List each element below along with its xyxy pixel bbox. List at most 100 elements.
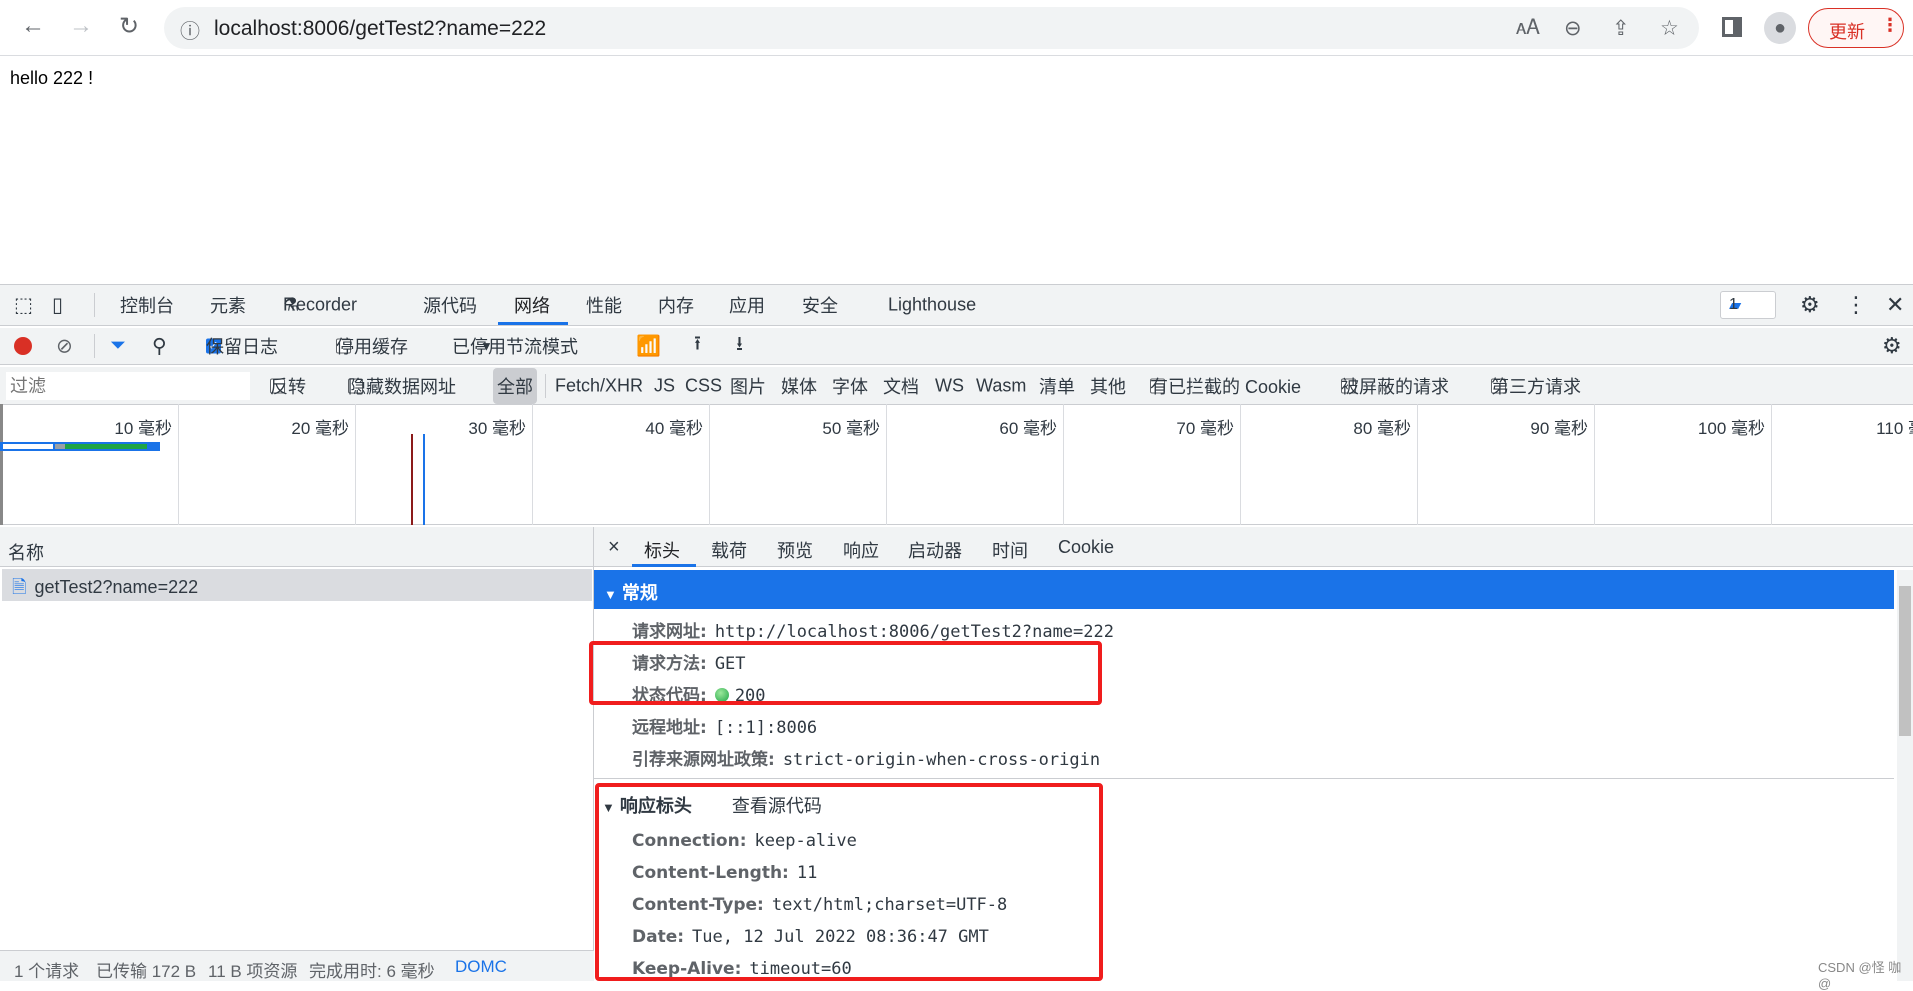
timeline-tick-label: 80 毫秒 (1353, 419, 1411, 438)
zoom-out-icon[interactable]: ⊖ (1564, 16, 1582, 41)
tab-payload[interactable]: 载荷 (711, 537, 747, 563)
filter-js[interactable]: JS (654, 375, 675, 396)
page-content: hello 222 ! (10, 68, 94, 88)
tab-console[interactable]: 控制台 (120, 292, 174, 318)
info-icon[interactable]: ⓘ (180, 15, 200, 44)
settings-icon[interactable]: ⚙ (1800, 292, 1820, 318)
tab-performance[interactable]: 性能 (586, 292, 622, 318)
side-panel-icon[interactable] (1722, 17, 1742, 37)
network-toolbar: ⊘ ⏷ ⚲ ✓ 保留日志 停用缓存 已停用节流模式 ▼ 📶 ⭱ ⭳ ⚙ (0, 328, 1913, 365)
star-icon[interactable]: ☆ (1660, 16, 1679, 41)
tab-initiator[interactable]: 启动器 (908, 537, 962, 563)
filter-other[interactable]: 其他 (1090, 373, 1126, 399)
document-icon: 🗎 (12, 577, 27, 597)
timeline-tick-label: 30 毫秒 (468, 419, 526, 438)
tab-cookies[interactable]: Cookie (1058, 537, 1114, 558)
request-row[interactable]: 🗎 getTest2?name=222 (2, 569, 592, 601)
resources-size: 11 B 项资源 (208, 962, 298, 981)
collapse-triangle-icon: ▼ (604, 587, 617, 602)
general-row: 远程地址: [::1]:8006 (632, 718, 818, 738)
watermark: CSDN @怪 咖@ (1818, 960, 1902, 991)
request-details: × 标头 载荷 预览 响应 启动器 时间 Cookie ▼ 常规 请求网址: ht… (589, 527, 1913, 991)
tab-network[interactable]: 网络 (514, 292, 550, 318)
flask-icon: ⚗ (283, 294, 300, 315)
close-devtools-icon[interactable]: ✕ (1886, 292, 1904, 318)
inspect-icon[interactable]: ⬚ (14, 293, 33, 318)
timeline-tick-label: 70 毫秒 (1176, 419, 1234, 438)
dropdown-arrow-icon: ▼ (480, 338, 493, 354)
filter-bar: 反转 隐藏数据网址 全部 Fetch/XHR JS CSS 图片 媒体 字体 文… (0, 367, 1913, 405)
tab-headers[interactable]: 标头 (644, 537, 680, 563)
scrollbar[interactable] (1897, 570, 1913, 981)
filter-all[interactable]: 全部 (493, 367, 537, 404)
tab-lighthouse[interactable]: Lighthouse (888, 295, 976, 316)
browser-toolbar: ← → ↻ ⓘ localhost:8006/getTest2?name=222… (0, 0, 1913, 56)
request-bar (0, 442, 160, 451)
tab-application[interactable]: 应用 (729, 292, 765, 318)
share-icon[interactable]: ⇪ (1612, 16, 1630, 41)
filter-fetch-xhr[interactable]: Fetch/XHR (555, 375, 643, 396)
timeline-tick-label: 10 毫秒 (114, 419, 172, 438)
clear-icon[interactable]: ⊘ (56, 334, 73, 359)
reload-icon[interactable]: ↻ (112, 12, 146, 41)
general-row: 请求网址: http://localhost:8006/getTest2?name… (632, 622, 1114, 642)
tab-security[interactable]: 安全 (802, 292, 838, 318)
forward-icon[interactable]: → (64, 12, 98, 40)
network-conditions-icon[interactable]: 📶 (636, 334, 661, 359)
profile-avatar-icon[interactable]: ● (1764, 12, 1796, 44)
close-detail-icon[interactable]: × (608, 536, 620, 559)
timeline-tick-label: 100 毫秒 (1697, 419, 1765, 438)
tab-elements[interactable]: 元素 (210, 292, 246, 318)
timeline-tick-label: 20 毫秒 (291, 419, 349, 438)
export-har-icon[interactable]: ⭳ (736, 329, 743, 363)
filter-img[interactable]: 图片 (730, 373, 766, 399)
timeline-tick-label: 40 毫秒 (645, 419, 703, 438)
filter-manifest[interactable]: 清单 (1039, 373, 1075, 399)
filter-font[interactable]: 字体 (832, 373, 868, 399)
general-row: 引荐来源网址政策: strict-origin-when-cross-origin (632, 750, 1101, 770)
translate-icon[interactable]: 🗚 (1516, 16, 1540, 40)
record-icon[interactable] (14, 337, 32, 355)
network-settings-icon[interactable]: ⚙ (1882, 333, 1902, 359)
tab-sources[interactable]: 源代码 (423, 292, 477, 318)
import-har-icon[interactable]: ⭱ (694, 329, 701, 363)
url-text[interactable]: localhost:8006/getTest2?name=222 (214, 17, 546, 41)
load-event-line (411, 434, 413, 525)
network-overview-timeline[interactable]: 10 毫秒 20 毫秒 30 毫秒 40 毫秒 50 毫秒 60 毫秒 70 毫秒 80 毫秒… (0, 404, 1913, 525)
tab-response[interactable]: 响应 (843, 537, 879, 563)
timeline-tick-label: 90 毫秒 (1530, 419, 1588, 438)
device-toggle-icon[interactable]: ▯ (52, 293, 63, 318)
issues-button[interactable]: ▰ 1 (1720, 291, 1776, 319)
active-tab-indicator (498, 322, 568, 325)
tab-memory[interactable]: 内存 (658, 292, 694, 318)
filter-css[interactable]: CSS (685, 375, 722, 396)
filter-icon[interactable]: ⏷ (110, 335, 126, 358)
request-list: 名称 🗎 getTest2?name=222 (0, 527, 594, 950)
timeline-tick-label: 110 毫秒 (1876, 419, 1913, 438)
update-button[interactable]: 更新 ⋮ (1808, 8, 1904, 48)
timeline-tick-label: 60 毫秒 (999, 419, 1057, 438)
domcontentloaded-line (423, 434, 425, 525)
transferred-size: 已传输 172 B (96, 962, 197, 981)
devtools-tabbar: ⬚ ▯ 控制台 元素 Recorder ⚗ 源代码 网络 性能 内存 应用 安全… (0, 285, 1913, 326)
request-count: 1 个请求 (14, 962, 80, 981)
more-options-icon[interactable]: ⋮ (1845, 292, 1867, 318)
filter-wasm[interactable]: Wasm (976, 375, 1026, 396)
domcontentloaded-time: DOMC (455, 957, 507, 976)
name-column-header[interactable]: 名称 (0, 527, 593, 567)
search-icon[interactable]: ⚲ (152, 334, 167, 359)
address-bar[interactable]: ⓘ localhost:8006/getTest2?name=222 🗚 ⊖ ⇪… (164, 7, 1699, 49)
tab-timing[interactable]: 时间 (992, 537, 1028, 563)
filter-input[interactable] (6, 372, 250, 400)
general-section-header[interactable]: ▼ 常规 (594, 570, 1894, 609)
filter-ws[interactable]: WS (935, 375, 964, 396)
tab-preview[interactable]: 预览 (777, 537, 813, 563)
finish-time: 完成用时: 6 毫秒 (309, 962, 435, 981)
back-icon[interactable]: ← (16, 12, 50, 40)
highlight-box (589, 641, 1102, 705)
filter-doc[interactable]: 文档 (883, 373, 919, 399)
highlight-box (595, 783, 1103, 981)
detail-tabs: × 标头 载荷 预览 响应 启动器 时间 Cookie (594, 527, 1913, 567)
filter-media[interactable]: 媒体 (781, 373, 817, 399)
status-bar: 1 个请求 已传输 172 B 11 B 项资源 完成用时: 6 毫秒 DOMC (0, 950, 594, 981)
